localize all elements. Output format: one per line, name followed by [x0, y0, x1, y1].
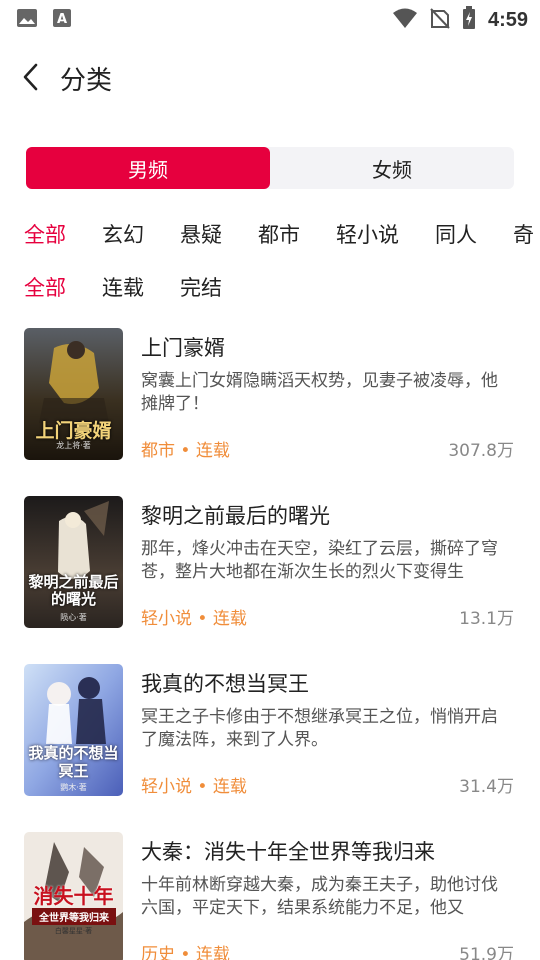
cover-title: 我真的不想当冥王: [28, 744, 119, 780]
book-description: 那年，烽火冲击在天空，染红了云层，撕碎了穹苍，整片大地都在渐次生长的烈火下变得生: [141, 539, 498, 582]
book-genre-status: 轻小说 • 连载: [141, 777, 247, 797]
category-filter-row: 全部 玄幻 悬疑 都市 轻小说 同人 奇: [0, 213, 540, 253]
cover-subtitle: 全世界等我归来: [32, 908, 116, 925]
cover-title: 消失十年: [33, 884, 114, 908]
cover-author: 陨心·著: [60, 613, 87, 622]
cover-author: 鹦木·著: [60, 783, 87, 792]
book-description: 窝囊上门女婿隐瞒滔天权势，见妻子被凌辱，他摊牌了！: [141, 371, 498, 414]
book-word-count: 307.8万: [448, 441, 514, 461]
book-title: 黎明之前最后的曙光: [141, 504, 330, 528]
chevron-left-icon: [21, 62, 41, 96]
book-cover[interactable]: 消失十年 全世界等我归来 白馨星星·著: [24, 832, 123, 960]
category-tongren[interactable]: 同人: [435, 219, 477, 249]
book-cover[interactable]: 黎明之前最后的曙光 陨心·著: [24, 496, 123, 628]
tab-female[interactable]: 女频: [270, 147, 514, 189]
book-title: 上门豪婿: [141, 336, 225, 360]
no-signal-icon: [430, 7, 450, 33]
book-word-count: 13.1万: [459, 609, 514, 629]
category-all[interactable]: 全部: [24, 219, 66, 249]
book-description: 冥王之子卡修由于不想继承冥王之位，悄悄开启了魔法阵，来到了人界。: [141, 707, 498, 750]
cover-title: 上门豪婿: [35, 420, 112, 442]
wifi-icon: [392, 7, 418, 33]
status-serializing[interactable]: 连载: [102, 272, 144, 302]
image-icon: [16, 8, 38, 32]
page-title: 分类: [60, 66, 113, 96]
status-filter-row: 全部 连载 完结: [0, 266, 540, 306]
cover-author: 白馨星星·著: [54, 927, 93, 935]
svg-text:A: A: [57, 12, 67, 27]
font-a-icon: A: [52, 8, 72, 32]
book-cover[interactable]: 上门豪婿 龙上将·著: [24, 328, 123, 460]
tab-male[interactable]: 男频: [26, 147, 270, 189]
cover-title: 黎明之前最后的曙光: [28, 573, 119, 608]
book-item[interactable]: 黎明之前最后的曙光 陨心·著 黎明之前最后的曙光 那年，烽火冲击在天空，染红了云…: [0, 496, 540, 636]
book-item[interactable]: 上门豪婿 龙上将·著 上门豪婿 窝囊上门女婿隐瞒滔天权势，见妻子被凌辱，他摊牌了…: [0, 328, 540, 468]
status-bar: A 4:59: [0, 0, 540, 36]
category-xuanhuan[interactable]: 玄幻: [102, 219, 144, 249]
clock: 4:59: [487, 8, 528, 31]
category-dushi[interactable]: 都市: [258, 219, 300, 249]
battery-charging-icon: [462, 6, 476, 34]
back-button[interactable]: [14, 62, 48, 96]
book-description: 十年前林断穿越大秦，成为秦王夫子，助他讨伐六国，平定天下，结果系统能力不足，他又: [141, 875, 498, 918]
book-genre-status: 都市 • 连载: [141, 441, 230, 461]
cover-author: 龙上将·著: [56, 441, 91, 450]
status-completed[interactable]: 完结: [180, 272, 222, 302]
book-item[interactable]: 我真的不想当冥王 鹦木·著 我真的不想当冥王 冥王之子卡修由于不想继承冥王之位，…: [0, 664, 540, 804]
status-all[interactable]: 全部: [24, 272, 66, 302]
book-genre-status: 历史 • 连载: [141, 945, 230, 960]
category-xuanyi[interactable]: 悬疑: [180, 219, 222, 249]
category-qi[interactable]: 奇: [513, 219, 534, 249]
gender-tabs: 男频 女频: [26, 147, 514, 189]
book-word-count: 51.9万: [459, 945, 514, 960]
book-genre-status: 轻小说 • 连载: [141, 609, 247, 629]
header: 分类: [0, 50, 540, 106]
book-title: 大秦：消失十年全世界等我归来: [141, 840, 435, 864]
category-light-novel[interactable]: 轻小说: [336, 219, 399, 249]
book-cover[interactable]: 我真的不想当冥王 鹦木·著: [24, 664, 123, 796]
book-item[interactable]: 消失十年 全世界等我归来 白馨星星·著 大秦：消失十年全世界等我归来 十年前林断…: [0, 832, 540, 960]
book-title: 我真的不想当冥王: [141, 672, 309, 696]
book-word-count: 31.4万: [459, 777, 514, 797]
